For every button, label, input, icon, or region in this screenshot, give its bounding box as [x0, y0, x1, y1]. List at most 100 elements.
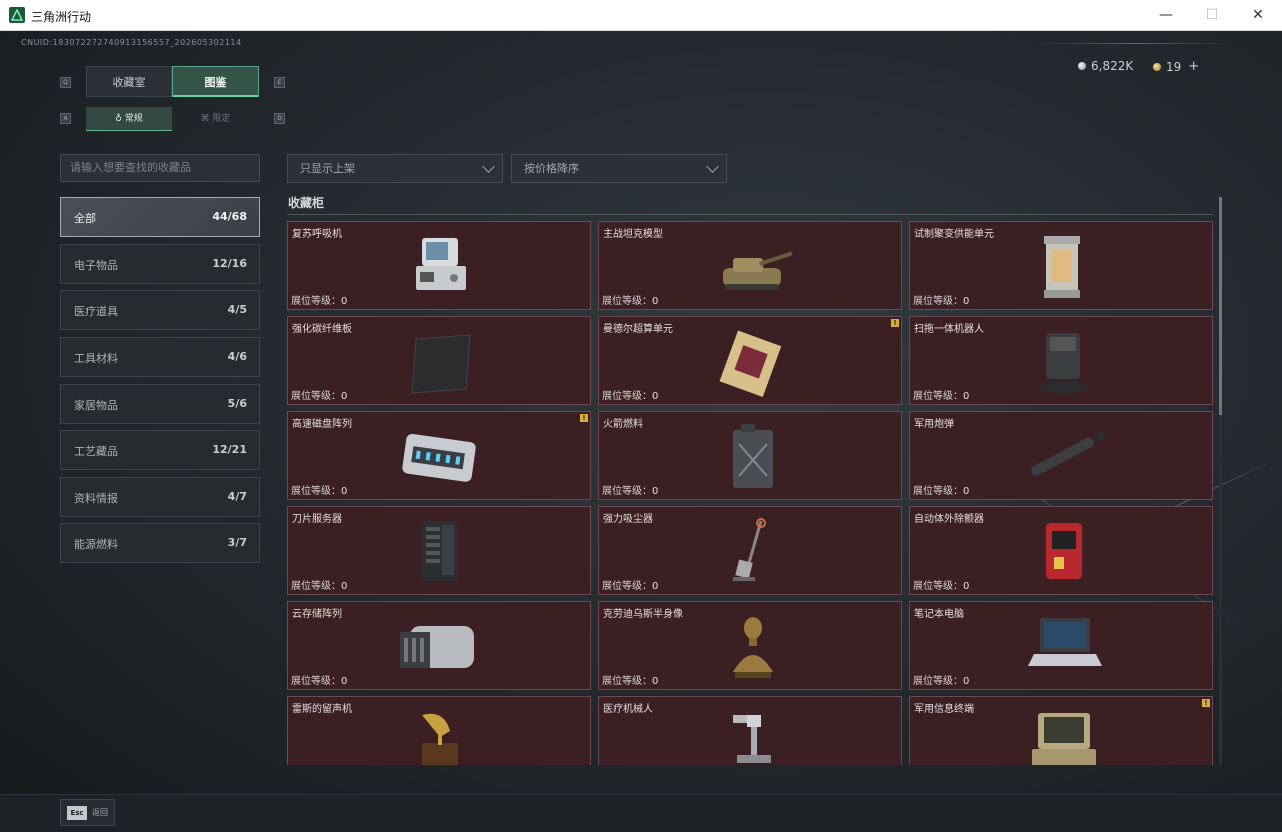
- vacuum-icon: [703, 517, 799, 589]
- item-name: 强化碳纤维板: [292, 324, 352, 335]
- fusion-cell-icon: [1014, 232, 1110, 304]
- collection-card[interactable]: 复苏呼吸机 展位等级：0: [287, 221, 591, 310]
- item-name: 强力吸尘器: [603, 514, 653, 525]
- level-label: 展位等级：: [291, 296, 341, 307]
- category-item[interactable]: 能源燃料 3/7: [60, 523, 260, 563]
- key-hint-d: D: [274, 113, 285, 124]
- level-value: 0: [963, 486, 970, 497]
- category-item[interactable]: 工艺藏品 12/21: [60, 430, 260, 470]
- subtab-limited[interactable]: ⌘ 限定: [172, 107, 259, 131]
- category-item[interactable]: 医疗道具 4/5: [60, 290, 260, 330]
- level-label: 展位等级：: [602, 486, 652, 497]
- collection-card[interactable]: 扫拖一体机器人 展位等级：0: [909, 316, 1213, 405]
- window-title: 三角洲行动: [31, 10, 92, 24]
- app-window: 三角洲行动 — ☐ ✕ CNUID:183072272740913156557_…: [0, 0, 1282, 832]
- level-label: 展位等级：: [291, 486, 341, 497]
- close-button[interactable]: ✕: [1235, 0, 1281, 31]
- category-count: 4/7: [227, 490, 247, 503]
- key-hint-a: A: [60, 113, 71, 124]
- search-input[interactable]: 请输入想要查找的收藏品: [60, 154, 260, 182]
- gold-amount: 19: [1166, 59, 1182, 74]
- item-name: 主战坦克模型: [603, 229, 663, 240]
- tank-model-icon: [703, 232, 799, 304]
- item-name: 笔记本电脑: [914, 609, 964, 620]
- collection-card[interactable]: 克劳迪乌斯半身像 展位等级：0: [598, 601, 902, 690]
- item-name: 军用炮弹: [914, 419, 954, 430]
- level-value: 0: [341, 486, 348, 497]
- collection-grid: 复苏呼吸机 展位等级：0 主战坦克模型 展位等级：0 试制聚变供能单元 展位等级：0 强化碳…: [287, 221, 1217, 765]
- subtab-normal[interactable]: ♁ 常规: [86, 107, 172, 131]
- shelf-filter-dropdown[interactable]: 只显示上架: [287, 154, 503, 183]
- category-label: 电子物品: [74, 259, 118, 272]
- item-name: 曼德尔超算单元: [603, 324, 673, 335]
- level-label: 展位等级：: [913, 296, 963, 307]
- category-label: 全部: [74, 212, 96, 225]
- add-currency-button[interactable]: +: [1188, 59, 1199, 74]
- back-button[interactable]: Esc 返回: [60, 799, 115, 826]
- category-count: 4/5: [227, 303, 247, 316]
- collection-card[interactable]: 试制聚变供能单元 展位等级：0: [909, 221, 1213, 310]
- app-logo-icon: [9, 7, 25, 23]
- item-level: 展位等级：0: [291, 577, 347, 592]
- collection-card[interactable]: 高速磁盘阵列 展位等级：0!: [287, 411, 591, 500]
- category-item[interactable]: 家居物品 5/6: [60, 384, 260, 424]
- item-level: 展位等级：0: [913, 577, 969, 592]
- background-streak: [1040, 43, 1230, 44]
- category-item[interactable]: 电子物品 12/16: [60, 244, 260, 284]
- maximize-button[interactable]: ☐: [1189, 0, 1235, 31]
- chevron-down-icon: [706, 160, 719, 173]
- item-name: 医疗机械人: [603, 704, 653, 715]
- collection-card[interactable]: 军用信息终端展位等级：0!: [909, 696, 1213, 765]
- item-name: 火箭燃料: [603, 419, 643, 430]
- level-label: 展位等级：: [602, 581, 652, 592]
- level-label: 展位等级：: [913, 581, 963, 592]
- title-bar: 三角洲行动 — ☐ ✕: [0, 0, 1282, 31]
- carbon-plate-icon: [392, 327, 488, 399]
- tab-collection-room[interactable]: 收藏室: [86, 66, 172, 97]
- collection-card[interactable]: 火箭燃料 展位等级：0: [598, 411, 902, 500]
- collection-card[interactable]: 刀片服务器 展位等级：0: [287, 506, 591, 595]
- category-item[interactable]: 全部 44/68: [60, 197, 260, 237]
- category-item[interactable]: 工具材料 4/6: [60, 337, 260, 377]
- collection-card[interactable]: 军用炮弹展位等级：0: [909, 411, 1213, 500]
- item-level: 展位等级：0: [602, 672, 658, 687]
- game-screen: CNUID:183072272740913156557_202605302114…: [0, 31, 1282, 832]
- item-level: 展位等级：0: [602, 387, 658, 402]
- minimize-button[interactable]: —: [1143, 0, 1189, 31]
- item-name: 扫拖一体机器人: [914, 324, 984, 335]
- collection-card[interactable]: 雷斯的留声机展位等级：0: [287, 696, 591, 765]
- level-value: 0: [652, 391, 659, 402]
- scrollbar-thumb[interactable]: [1219, 197, 1222, 415]
- item-level: 展位等级：0: [913, 672, 969, 687]
- level-label: 展位等级：: [913, 486, 963, 497]
- collection-card[interactable]: 医疗机械人展位等级：0: [598, 696, 902, 765]
- collection-card[interactable]: 曼德尔超算单元 展位等级：0!: [598, 316, 902, 405]
- category-item[interactable]: 资料情报 4/7: [60, 477, 260, 517]
- section-title: 收藏柜: [288, 196, 325, 210]
- category-count: 12/21: [212, 443, 247, 456]
- item-level: 展位等级：0: [291, 672, 347, 687]
- level-label: 展位等级：: [291, 676, 341, 687]
- section-divider: [287, 214, 1213, 215]
- silver-amount: 6,822K: [1091, 59, 1134, 73]
- collection-card[interactable]: 主战坦克模型 展位等级：0: [598, 221, 902, 310]
- collection-card[interactable]: 云存储阵列 展位等级：0: [287, 601, 591, 690]
- sort-dropdown[interactable]: 按价格降序: [511, 154, 727, 183]
- ventilator-icon: [392, 232, 488, 304]
- tab-catalog[interactable]: 图鉴: [172, 66, 259, 97]
- level-label: 展位等级：: [291, 581, 341, 592]
- item-level: 展位等级：0: [602, 577, 658, 592]
- category-count: 12/16: [212, 257, 247, 270]
- collection-card[interactable]: 自动体外除颤器展位等级：0: [909, 506, 1213, 595]
- item-level: 展位等级：0: [913, 482, 969, 497]
- collection-card[interactable]: 笔记本电脑展位等级：0: [909, 601, 1213, 690]
- level-label: 展位等级：: [913, 391, 963, 402]
- subtab-normal-label: 常规: [124, 114, 143, 124]
- collection-card[interactable]: 强力吸尘器展位等级：0: [598, 506, 902, 595]
- item-name: 高速磁盘阵列: [292, 419, 352, 430]
- category-count: 5/6: [227, 397, 247, 410]
- level-value: 0: [652, 581, 659, 592]
- collection-card[interactable]: 强化碳纤维板 展位等级：0: [287, 316, 591, 405]
- item-name: 自动体外除颤器: [914, 514, 984, 525]
- category-label: 工具材料: [74, 352, 118, 365]
